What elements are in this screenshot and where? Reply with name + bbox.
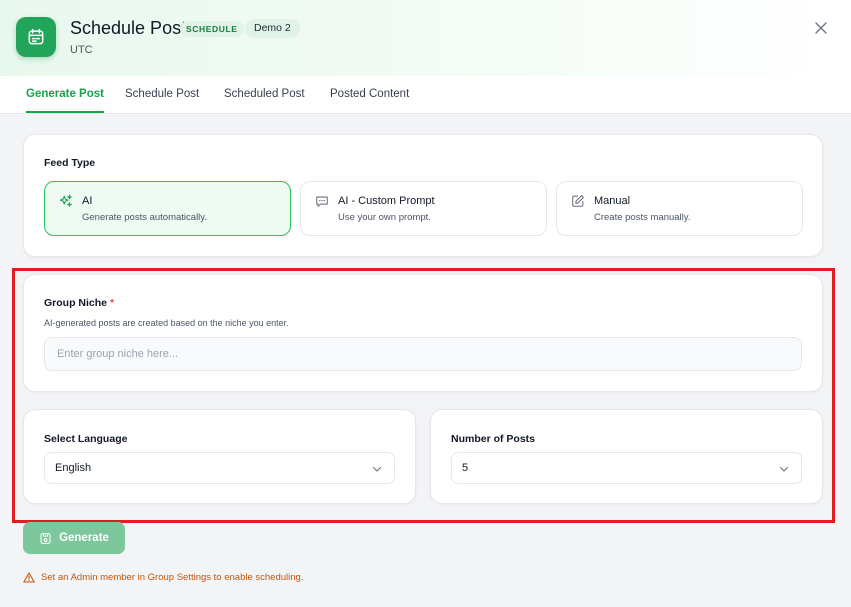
tab-generate-post[interactable]: Generate Post	[26, 76, 104, 113]
required-mark: *	[109, 297, 115, 309]
feed-option-custom-prompt[interactable]: AI - Custom Prompt Use your own prompt.	[300, 181, 547, 236]
posts-label: Number of Posts	[451, 433, 536, 445]
group-niche-hint: AI-generated posts are created based on …	[44, 318, 289, 328]
edit-icon	[572, 195, 584, 207]
posts-card: Number of Posts 5	[430, 409, 823, 504]
group-badge: Demo 2	[245, 19, 300, 38]
warning-icon	[23, 572, 35, 583]
timezone-label: UTC	[70, 44, 93, 56]
chevron-down-icon	[779, 466, 789, 472]
language-select[interactable]: English	[44, 452, 395, 484]
sparkles-icon	[59, 194, 72, 207]
tab-schedule-post[interactable]: Schedule Post	[125, 76, 199, 113]
language-value: English	[55, 462, 92, 474]
warning-text: Set an Admin member in Group Settings to…	[41, 572, 304, 583]
generate-button[interactable]: Generate	[23, 522, 125, 554]
group-niche-card: Group Niche * AI-generated posts are cre…	[23, 274, 823, 392]
close-icon	[815, 22, 827, 34]
generate-icon	[40, 532, 51, 544]
generate-label: Generate	[59, 532, 109, 544]
page-title: Schedule Post	[70, 18, 187, 38]
language-label: Select Language	[44, 433, 128, 445]
tab-posted-content[interactable]: Posted Content	[330, 76, 409, 113]
feed-type-label: Feed Type	[44, 157, 96, 169]
chat-icon	[316, 196, 328, 207]
feed-option-desc: Create posts manually.	[594, 212, 691, 223]
group-niche-label-text: Group Niche	[44, 297, 108, 309]
language-card: Select Language English	[23, 409, 416, 504]
feed-option-title: AI	[82, 195, 93, 207]
schedule-post-modal: Schedule Post SCHEDULE Demo 2 UTC Genera…	[0, 0, 851, 607]
close-button[interactable]	[812, 19, 830, 37]
schedule-badge: SCHEDULE	[180, 21, 244, 37]
feed-option-title: AI - Custom Prompt	[338, 195, 435, 207]
feed-option-title: Manual	[594, 195, 631, 207]
feed-type-card: Feed Type AI Generate posts automaticall…	[23, 134, 823, 257]
posts-value: 5	[462, 462, 469, 474]
scheduling-warning: Set an Admin member in Group Settings to…	[23, 572, 303, 583]
feed-option-manual[interactable]: Manual Create posts manually.	[556, 181, 803, 236]
calendar-icon	[16, 17, 56, 57]
feed-option-desc: Generate posts automatically.	[82, 212, 207, 223]
group-niche-label: Group Niche *	[44, 297, 114, 309]
modal-header: Schedule Post SCHEDULE Demo 2 UTC	[0, 0, 851, 76]
posts-select[interactable]: 5	[451, 452, 802, 484]
chevron-down-icon	[372, 466, 382, 472]
feed-option-desc: Use your own prompt.	[338, 212, 431, 223]
tab-bar: Generate Post Schedule Post Scheduled Po…	[0, 76, 851, 114]
group-niche-input[interactable]: Enter group niche here...	[44, 337, 802, 371]
feed-option-ai[interactable]: AI Generate posts automatically.	[44, 181, 291, 236]
tab-scheduled-post[interactable]: Scheduled Post	[224, 76, 305, 113]
